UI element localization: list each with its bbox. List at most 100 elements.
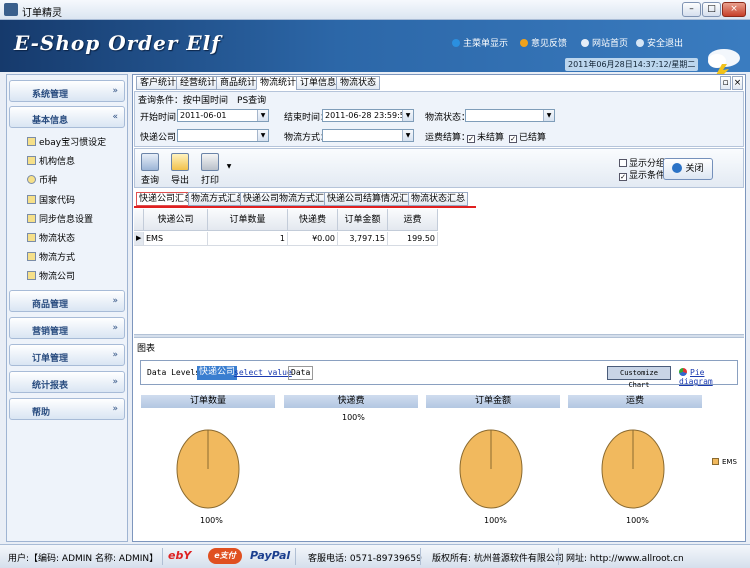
sidebar-item-currency[interactable]: 币种	[27, 173, 57, 186]
dropdown-arrow-icon[interactable]: ▼	[543, 110, 554, 121]
window-title: 订单精灵	[22, 8, 62, 19]
window-titlebar: 订单精灵 – □ ×	[0, 0, 750, 20]
header-link-homepage[interactable]: 网站首页	[581, 36, 628, 49]
app-icon	[4, 3, 18, 16]
header-link-feedback[interactable]: 意见反馈	[520, 36, 567, 49]
restore-panel-button[interactable]: ▫	[720, 76, 731, 90]
printer-icon	[201, 153, 219, 171]
tab-company-settlement-summary[interactable]: 快递公司结算情况汇总	[324, 192, 421, 206]
checkbox-checked-icon: ✓	[467, 135, 475, 143]
freight-settlement-label: 运费结算：	[425, 133, 471, 143]
paypal-logo: PayPal	[250, 549, 291, 562]
table-cell[interactable]: ¥0.00	[288, 232, 338, 246]
dropdown-arrow-icon[interactable]: ▼	[402, 110, 413, 121]
power-icon	[672, 163, 683, 173]
folder-icon	[27, 195, 36, 204]
sidebar: 系统管理» 基本信息 « ebay宝习惯设定 机构信息 币种 国家代码 同步信息设…	[6, 74, 128, 542]
sidebar-item-logistics-status[interactable]: 物流状态	[27, 231, 75, 244]
query-button[interactable]: 查询	[137, 152, 163, 186]
tab-customer-stats[interactable]: 客户统计	[136, 76, 181, 90]
logistics-method-select[interactable]: ▼	[322, 129, 414, 142]
pie-label-order-count: 100%	[200, 516, 223, 525]
sidebar-section-orders[interactable]: 订单管理»	[9, 344, 125, 366]
toolbar: 查询 导出 打印 ▼ 显示分组 ✓ 显示条件 关闭	[134, 148, 744, 188]
row-selector-icon[interactable]: ▶	[134, 232, 144, 246]
sidebar-item-org-info[interactable]: 机构信息	[27, 154, 75, 167]
tab-company-method-summary[interactable]: 快递公司物流方式汇总	[240, 192, 337, 206]
dropdown-arrow-icon[interactable]: ▼	[257, 110, 268, 121]
panel-splitter[interactable]	[134, 334, 744, 338]
table-cell[interactable]: 199.50	[388, 232, 438, 246]
current-datetime: 2011年06月28日14:37:12/星期二	[565, 58, 699, 71]
start-time-input[interactable]: 2011-06-01 ▼	[177, 109, 269, 122]
table-cell[interactable]: 1	[208, 232, 288, 246]
query-mode-ps[interactable]: PS查询	[237, 96, 266, 106]
header-link-main-menu[interactable]: 主菜单显示	[452, 36, 508, 49]
column-header-company[interactable]: 快递公司	[144, 209, 208, 231]
export-button[interactable]: 导出	[167, 152, 193, 186]
dropdown-arrow-icon[interactable]: ▼	[257, 130, 268, 141]
close-button[interactable]: 关闭	[663, 158, 713, 180]
legend-swatch	[712, 458, 719, 465]
tab-method-summary[interactable]: 物流方式汇总	[188, 192, 249, 206]
feedback-icon	[520, 39, 528, 47]
tab-business-stats[interactable]: 经营统计	[176, 76, 221, 90]
close-window-button[interactable]: ×	[722, 2, 746, 17]
summary-tabs: 快递公司汇总 物流方式汇总 快递公司物流方式汇总 快递公司结算情况汇总 物流状态…	[134, 192, 744, 207]
settled-checkbox[interactable]: ✓ 已结算	[509, 130, 546, 143]
sidebar-section-system[interactable]: 系统管理»	[9, 80, 125, 102]
close-panel-button[interactable]: ×	[732, 76, 743, 90]
header-link-logout[interactable]: 安全退出	[636, 36, 683, 49]
tab-company-summary[interactable]: 快递公司汇总	[136, 192, 197, 206]
column-header-order-count[interactable]: 订单数量	[208, 209, 288, 231]
column-header-order-amount[interactable]: 订单金额	[338, 209, 388, 231]
sidebar-item-ebay-settings[interactable]: ebay宝习惯设定	[27, 135, 106, 148]
show-condition-checkbox[interactable]: ✓ 显示条件	[619, 168, 665, 181]
sidebar-section-help[interactable]: 帮助»	[9, 398, 125, 420]
tab-product-stats[interactable]: 商品统计	[216, 76, 261, 90]
table-cell[interactable]: EMS	[144, 232, 208, 246]
tab-order-info[interactable]: 订单信息	[296, 76, 341, 90]
print-button[interactable]: 打印	[197, 152, 223, 186]
sidebar-item-logistics-company[interactable]: 物流公司	[27, 269, 75, 282]
alipay-logo-icon: e支付	[208, 548, 242, 564]
status-user: 用户:【编码: ADMIN 名称: ADMIN】	[8, 554, 159, 564]
column-header-express-fee[interactable]: 快递费	[288, 209, 338, 231]
status-separator	[162, 548, 163, 565]
tab-status-summary[interactable]: 物流状态汇总	[408, 192, 469, 206]
sidebar-item-sync-settings[interactable]: 同步信息设置	[27, 212, 93, 225]
sidebar-item-logistics-method[interactable]: 物流方式	[27, 250, 75, 263]
export-icon	[171, 153, 189, 171]
table-cell[interactable]: 3,797.15	[338, 232, 388, 246]
chevron-down-icon: »	[112, 296, 118, 306]
end-time-input[interactable]: 2011-06-28 23:59:59 ▼	[322, 109, 414, 122]
unsettled-checkbox[interactable]: ✓ 未结算	[467, 130, 504, 143]
logout-icon	[636, 39, 644, 47]
logistics-status-select[interactable]: ▼	[465, 109, 555, 122]
sidebar-section-marketing[interactable]: 营销管理»	[9, 317, 125, 339]
checkbox-checked-icon: ✓	[619, 173, 627, 181]
chevron-down-icon: »	[112, 323, 118, 333]
express-company-select[interactable]: ▼	[177, 129, 269, 142]
maximize-button[interactable]: □	[702, 2, 721, 17]
dropdown-arrow-icon[interactable]: ▼	[402, 130, 413, 141]
data-grid: 快递公司 订单数量 快递费 订单金额 运费 ▶ EMS 1 ¥0.00 3,79…	[134, 209, 744, 333]
tab-logistics-stats[interactable]: 物流统计	[256, 76, 301, 90]
query-mode-china-time[interactable]: 按中国时间	[183, 96, 228, 106]
status-separator	[295, 548, 296, 565]
sidebar-section-products[interactable]: 商品管理»	[9, 290, 125, 312]
status-website[interactable]: 网址: http://www.allroot.cn	[566, 551, 684, 564]
sidebar-section-reports[interactable]: 统计报表»	[9, 371, 125, 393]
logistics-status-label: 物流状态：	[425, 113, 471, 123]
status-phone: 客服电话: 0571-89739659	[308, 554, 422, 564]
minimize-button[interactable]: –	[682, 2, 701, 17]
chart-legend: EMS	[712, 458, 737, 466]
home-icon	[581, 39, 589, 47]
pie-label-order-amount: 100%	[484, 516, 507, 525]
sidebar-item-country-code[interactable]: 国家代码	[27, 193, 75, 206]
query-panel: 查询条件：按中国时间 PS查询 开始时间： 2011-06-01 ▼ 结束时间： …	[134, 91, 744, 147]
column-header-freight[interactable]: 运费	[388, 209, 438, 231]
tab-logistics-status[interactable]: 物流状态	[336, 76, 381, 90]
top-tabs: 客户统计 经营统计 商品统计 物流统计 订单信息 物流状态 ▫ ×	[134, 76, 744, 90]
sidebar-section-basic-info[interactable]: 基本信息 «	[9, 106, 125, 128]
